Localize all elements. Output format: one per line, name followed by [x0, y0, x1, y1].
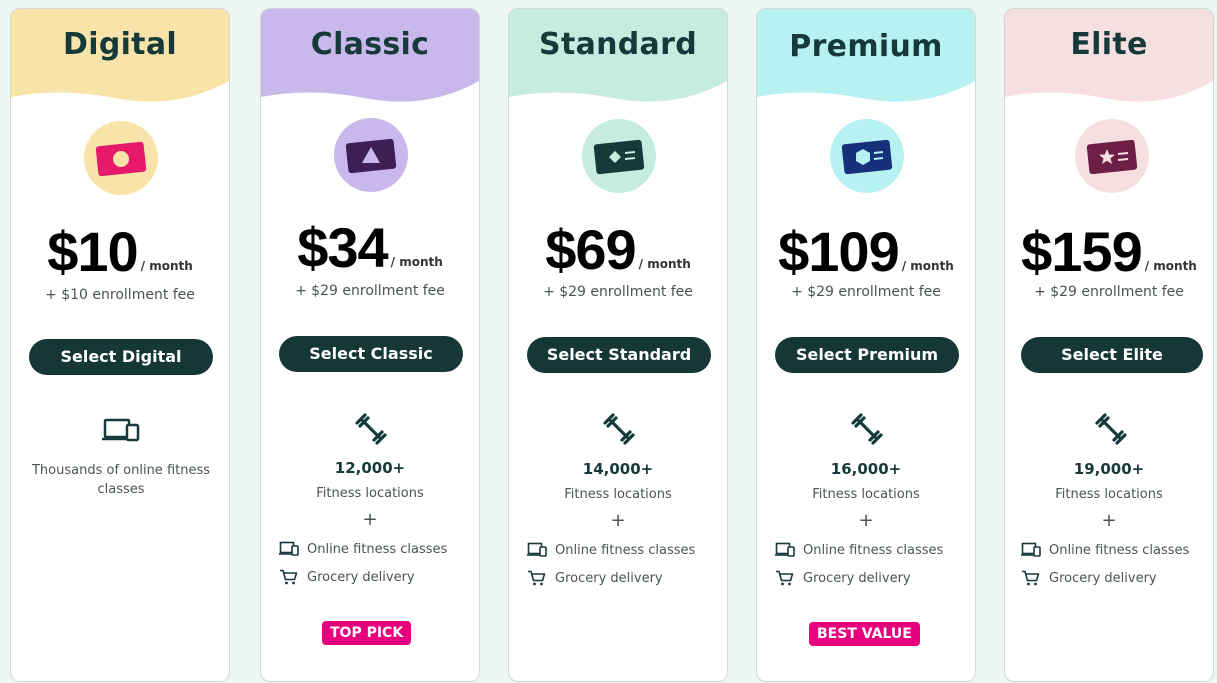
plan-name: Digital [63, 27, 177, 62]
devices-icon [102, 418, 140, 442]
select-digital-button[interactable]: Select Digital [29, 339, 213, 375]
locations-label: Fitness locations [564, 487, 672, 502]
feature-grocery-delivery: Grocery delivery [279, 567, 469, 587]
plan-card-premium: Premium $109 / month + $29 enrollment fe… [756, 8, 976, 682]
plan-name: Elite [1070, 27, 1148, 62]
feature-label: Grocery delivery [1049, 570, 1157, 586]
feature-label: Online fitness classes [555, 542, 696, 558]
feature-online-classes: Online fitness classes [527, 540, 717, 560]
card-header: Elite [1005, 9, 1213, 119]
plus-sign: + [362, 509, 378, 530]
feature-grocery-delivery: Grocery delivery [775, 568, 965, 588]
cart-icon [528, 570, 546, 586]
best-value-badge: BEST VALUE [809, 622, 920, 646]
locations-count: 19,000+ [1073, 460, 1145, 478]
feature-label: Grocery delivery [555, 570, 663, 586]
plan-name: Classic [310, 27, 430, 62]
enrollment-fee: + $10 enrollment fee [45, 287, 195, 303]
select-standard-button[interactable]: Select Standard [527, 337, 711, 373]
cart-icon [280, 569, 298, 585]
online-classes-text: Thousands of online fitness classes [31, 463, 211, 497]
enrollment-fee: + $29 enrollment fee [1034, 284, 1184, 300]
feature-label: Online fitness classes [803, 542, 944, 558]
devices-icon [775, 542, 795, 557]
price-period: / month [638, 257, 691, 271]
price-amount: $109 [778, 220, 900, 283]
membership-card-icon [334, 118, 408, 192]
feature-grocery-delivery: Grocery delivery [527, 568, 717, 588]
feature-label: Online fitness classes [1049, 542, 1190, 558]
card-header: Digital [11, 9, 229, 119]
dumbbell-icon [603, 413, 635, 445]
cart-icon [1022, 570, 1040, 586]
membership-card-icon [582, 119, 656, 193]
devices-icon [1021, 542, 1041, 557]
enrollment-fee: + $29 enrollment fee [295, 283, 445, 299]
price-period: / month [901, 259, 954, 273]
card-header: Premium [757, 9, 975, 119]
enrollment-fee: + $29 enrollment fee [791, 284, 941, 300]
dumbbell-icon [1095, 413, 1127, 445]
plan-card-elite: Elite $159 / month + $29 enrollment fee … [1004, 8, 1214, 682]
membership-card-icon [84, 121, 158, 195]
cart-icon [776, 570, 794, 586]
locations-count: 14,000+ [582, 460, 654, 478]
feature-label: Grocery delivery [803, 570, 911, 586]
locations-label: Fitness locations [1055, 487, 1163, 502]
price-period: / month [390, 255, 443, 269]
feature-online-classes: Online fitness classes [1021, 540, 1211, 560]
plan-name: Standard [539, 27, 697, 62]
locations-label: Fitness locations [316, 486, 424, 501]
price: $10 / month [11, 223, 229, 281]
price: $109 / month [757, 223, 975, 281]
dumbbell-icon [355, 413, 387, 445]
membership-card-icon [830, 119, 904, 193]
dumbbell-icon [851, 413, 883, 445]
devices-icon [279, 541, 299, 556]
select-classic-button[interactable]: Select Classic [279, 336, 463, 372]
devices-icon [527, 542, 547, 557]
card-header: Standard [509, 9, 727, 119]
plus-sign: + [1101, 510, 1117, 531]
membership-card-icon [1075, 119, 1149, 193]
plan-card-standard: Standard $69 / month + $29 enrollment fe… [508, 8, 728, 682]
price-amount: $34 [297, 216, 388, 279]
locations-label: Fitness locations [812, 487, 920, 502]
plan-card-classic: Classic $34 / month + $29 enrollment fee… [260, 8, 480, 682]
feature-grocery-delivery: Grocery delivery [1021, 568, 1211, 588]
price: $159 / month [1005, 223, 1213, 281]
price-period: / month [140, 259, 193, 273]
plan-card-digital: Digital $10 / month + $10 enrollment fee… [10, 8, 230, 682]
feature-label: Grocery delivery [307, 569, 415, 585]
price-amount: $69 [545, 218, 636, 281]
top-pick-badge: TOP PICK [322, 621, 412, 645]
plus-sign: + [610, 510, 626, 531]
select-premium-button[interactable]: Select Premium [775, 337, 959, 373]
price: $69 / month [509, 221, 727, 279]
price-amount: $159 [1021, 220, 1143, 283]
feature-online-classes: Online fitness classes [279, 539, 469, 559]
price-amount: $10 [47, 220, 138, 283]
price: $34 / month [261, 219, 479, 277]
enrollment-fee: + $29 enrollment fee [543, 284, 693, 300]
feature-online-classes: Online fitness classes [775, 540, 965, 560]
pricing-plans: Digital $10 / month + $10 enrollment fee… [0, 0, 1217, 683]
price-period: / month [1144, 259, 1197, 273]
card-header: Classic [261, 9, 479, 119]
feature-label: Online fitness classes [307, 541, 448, 557]
plan-name: Premium [789, 29, 943, 64]
plus-sign: + [858, 510, 874, 531]
locations-count: 16,000+ [830, 460, 902, 478]
locations-count: 12,000+ [334, 459, 406, 477]
select-elite-button[interactable]: Select Elite [1021, 337, 1203, 373]
